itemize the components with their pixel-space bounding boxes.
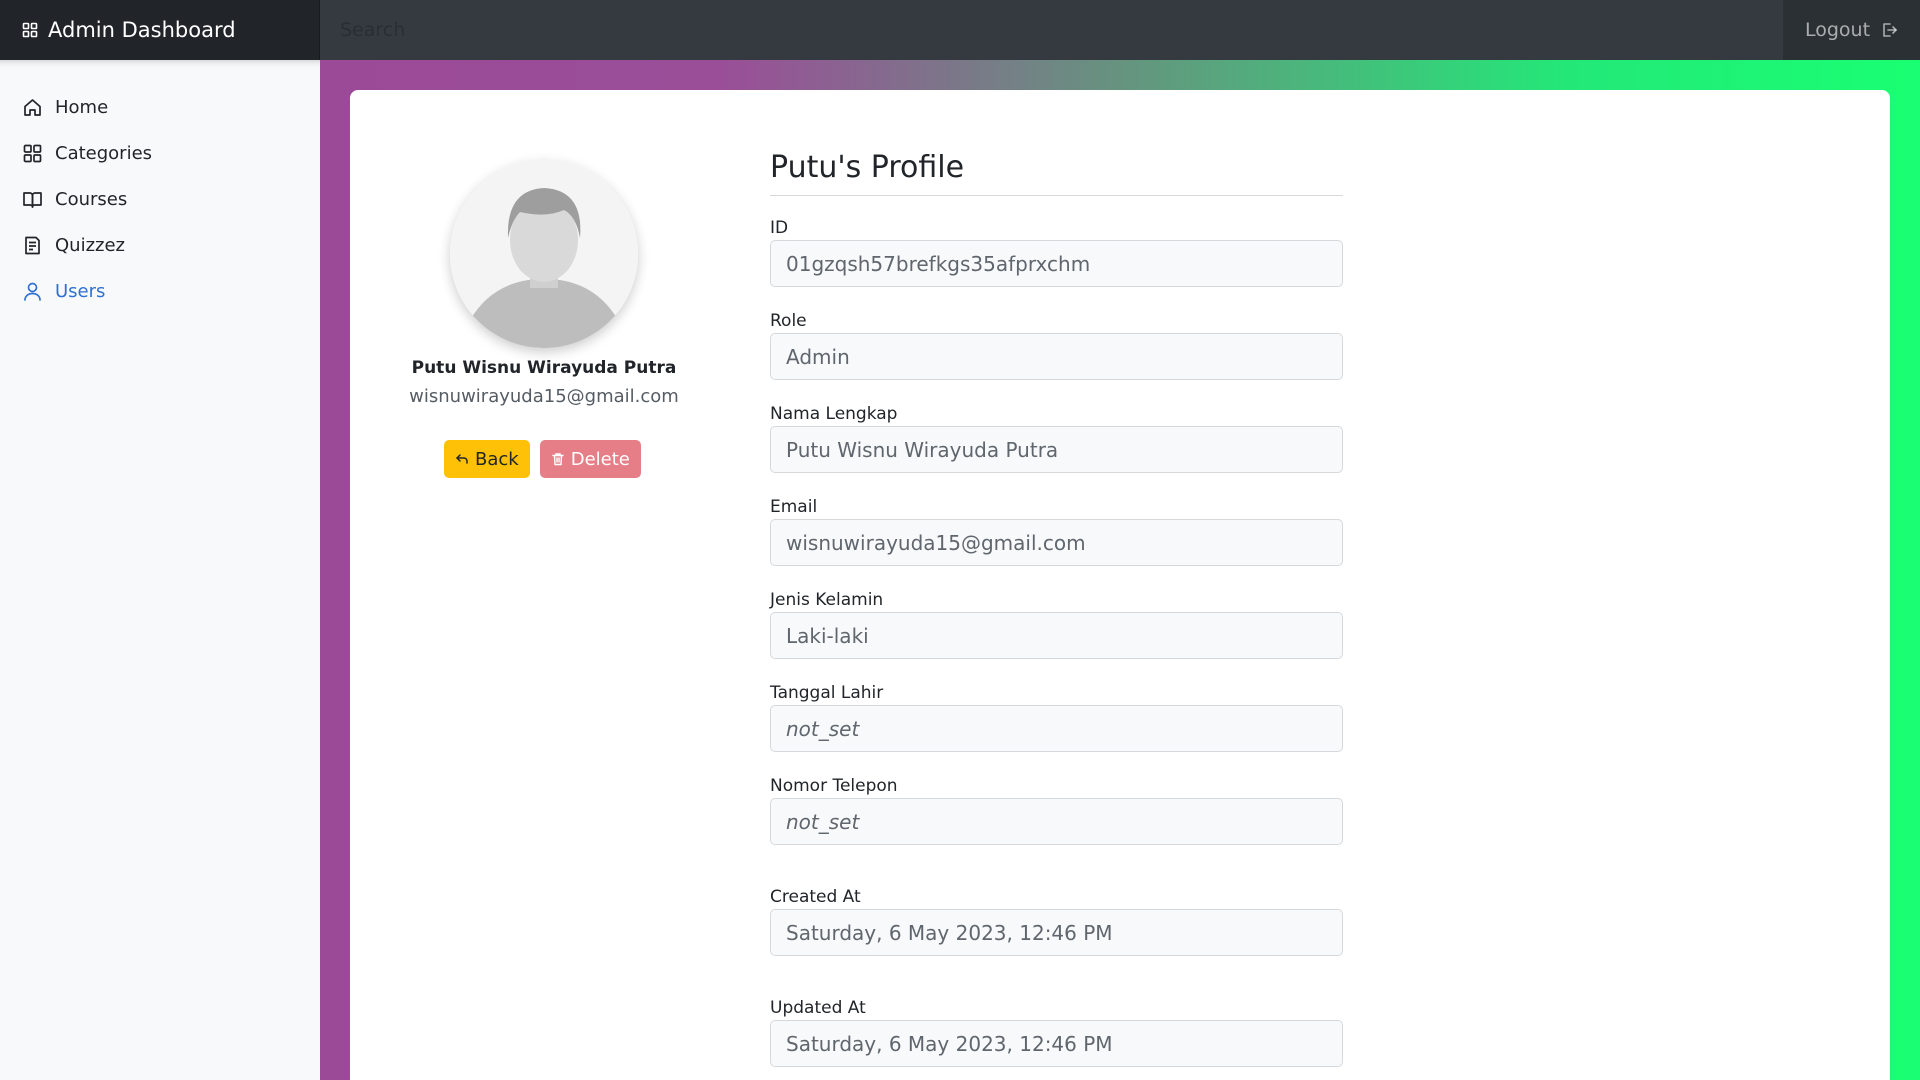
field-label: Role (770, 311, 807, 331)
field-role: Role (770, 311, 1343, 380)
field-label: Nomor Telepon (770, 776, 898, 796)
field-label: Nama Lengkap (770, 404, 898, 424)
logout-label: Logout (1804, 19, 1871, 41)
email-field[interactable] (770, 519, 1343, 566)
home-icon (24, 98, 41, 116)
sidebar-item-label: Categories (55, 142, 153, 164)
field-label: Tanggal Lahir (770, 683, 884, 703)
field-label: Email (770, 497, 818, 517)
field-label: Updated At (770, 998, 866, 1018)
sidebar-item-label: Home (55, 96, 109, 118)
field-created-at: Created At (770, 887, 1343, 956)
form-title: Putu's Profile (770, 150, 1343, 196)
user-icon (24, 282, 41, 301)
field-gender: Jenis Kelamin (770, 590, 1343, 659)
sidebar-item-courses[interactable]: Courses (0, 176, 320, 222)
delete-button[interactable]: Delete (539, 440, 641, 478)
logout-button[interactable]: Logout (1783, 0, 1920, 60)
field-birth-date: Tanggal Lahir (770, 683, 1343, 752)
profile-email: wisnuwirayuda15@gmail.com (409, 386, 679, 407)
profile-actions: Back Delete (444, 440, 641, 478)
updated-at-field[interactable] (770, 1020, 1343, 1067)
sidebar-item-label: Quizzez (55, 234, 125, 256)
sidebar-item-label: Courses (55, 188, 128, 210)
grid-icon (22, 22, 38, 38)
field-phone: Nomor Telepon (770, 776, 1343, 845)
trash-icon (552, 453, 564, 466)
book-icon (23, 191, 42, 208)
search-input[interactable] (320, 0, 1783, 60)
field-updated-at: Updated At (770, 998, 1343, 1067)
profile-form: Putu's Profile ID Role Nama Lengkap Emai… (770, 150, 1343, 1067)
gender-field[interactable] (770, 612, 1343, 659)
field-id: ID (770, 218, 1343, 287)
id-field[interactable] (770, 240, 1343, 287)
back-arrow-icon (456, 454, 468, 464)
field-label: Created At (770, 887, 861, 907)
top-navbar: Admin Dashboard Logout (0, 0, 1920, 60)
brand-title: Admin Dashboard (48, 18, 236, 42)
sidebar-item-categories[interactable]: Categories (0, 130, 320, 176)
birth-date-field[interactable] (770, 705, 1343, 752)
field-full-name: Nama Lengkap (770, 404, 1343, 473)
quiz-icon (25, 236, 40, 254)
sidebar-item-label: Users (55, 280, 106, 302)
delete-label: Delete (570, 448, 630, 470)
sidebar: Home Categories Courses Quizzez Users (0, 60, 320, 1080)
sidebar-item-users[interactable]: Users (0, 268, 320, 314)
profile-name: Putu Wisnu Wirayuda Putra (411, 358, 677, 378)
field-email: Email (770, 497, 1343, 566)
phone-field[interactable] (770, 798, 1343, 845)
sidebar-item-home[interactable]: Home (0, 84, 320, 130)
role-field[interactable] (770, 333, 1343, 380)
main-content: Putu Wisnu Wirayuda Putra wisnuwirayuda1… (320, 60, 1920, 1080)
back-button[interactable]: Back (444, 440, 530, 478)
field-label: ID (770, 218, 789, 238)
full-name-field[interactable] (770, 426, 1343, 473)
logout-icon (1883, 23, 1897, 37)
brand[interactable]: Admin Dashboard (0, 0, 320, 60)
grid-icon (23, 144, 42, 162)
avatar-placeholder-icon (450, 160, 638, 348)
field-label: Jenis Kelamin (770, 590, 884, 610)
created-at-field[interactable] (770, 909, 1343, 956)
profile-card: Putu Wisnu Wirayuda Putra wisnuwirayuda1… (350, 90, 1890, 1080)
avatar (450, 160, 638, 348)
back-label: Back (475, 448, 519, 470)
sidebar-item-quizzez[interactable]: Quizzez (0, 222, 320, 268)
